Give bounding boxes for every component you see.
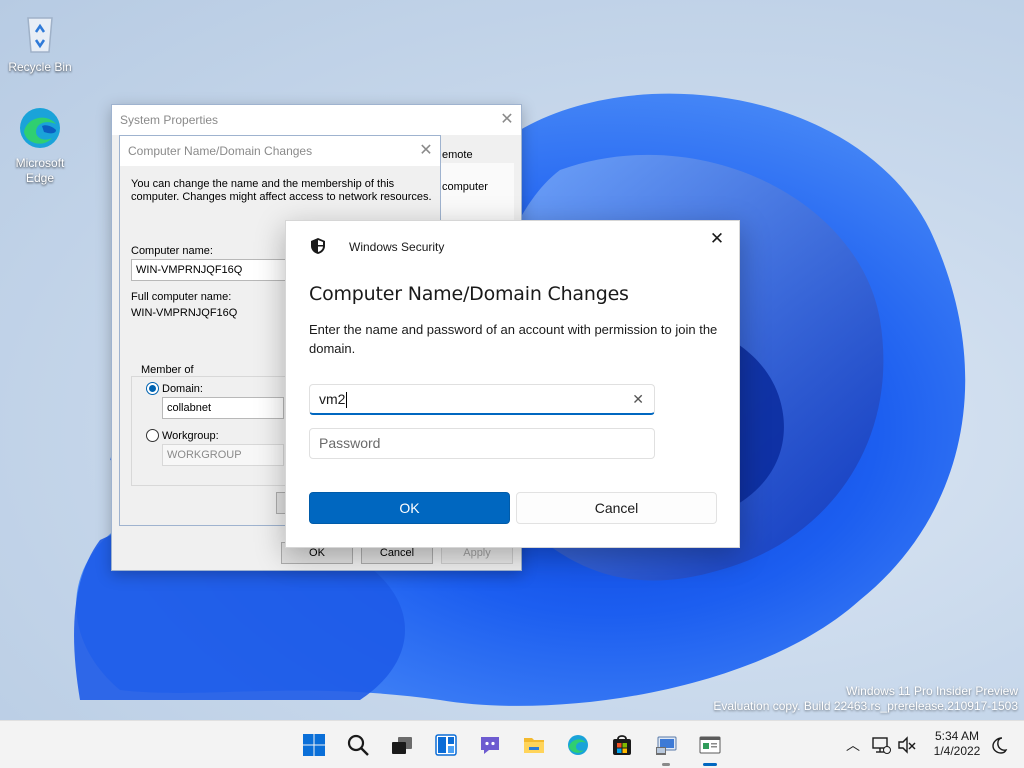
computer-name-dialog-titlebar[interactable]: Computer Name/Domain Changes <box>120 136 440 166</box>
taskbar: ︿ 5:34 AM 1/4/2022 <box>0 720 1024 768</box>
microsoft-edge-label: Microsoft Edge <box>15 156 65 185</box>
windows-security-body: Enter the name and password of an accoun… <box>309 322 718 356</box>
start-button[interactable] <box>300 731 328 759</box>
system-properties-taskbar-button[interactable] <box>652 731 680 766</box>
system-properties-title: System Properties <box>120 113 219 127</box>
cancel-button[interactable]: Cancel <box>516 492 717 524</box>
store-icon <box>613 735 631 755</box>
full-computer-name-label: Full computer name: <box>131 291 232 303</box>
store-button[interactable] <box>608 731 636 759</box>
tab-panel-edge <box>438 163 514 223</box>
clear-text-icon[interactable]: ✕ <box>632 385 644 414</box>
computer-name-dialog-close-icon[interactable]: ✕ <box>419 143 433 159</box>
chat-icon <box>481 737 499 754</box>
domain-input[interactable]: collabnet <box>162 397 284 419</box>
text-caret <box>346 392 348 409</box>
windows-security-taskbar-button[interactable] <box>696 731 724 766</box>
volume-tray-button[interactable] <box>896 731 918 759</box>
watermark-line-1: Windows 11 Pro Insider Preview <box>846 684 1018 698</box>
evaluation-watermark: Windows 11 Pro Insider Preview Evaluatio… <box>713 684 1018 714</box>
start-icon <box>303 734 325 756</box>
windows-security-app-title: Windows Security <box>349 240 445 254</box>
windows-security-icon <box>699 736 721 754</box>
widgets-button[interactable] <box>432 731 460 759</box>
system-properties-titlebar[interactable]: System Properties <box>112 105 521 135</box>
shield-icon <box>311 238 325 254</box>
computer-name-description: You can change the name and the membersh… <box>131 178 432 203</box>
microsoft-edge-shortcut[interactable]: Microsoft Edge <box>2 104 78 186</box>
tab-remote-partial[interactable]: emote <box>442 149 473 161</box>
domain-radio[interactable] <box>146 382 159 395</box>
workgroup-label: Workgroup: <box>162 430 219 442</box>
windows-security-dialog: Windows Security ✕ Computer Name/Domain … <box>285 220 740 548</box>
system-properties-close-icon[interactable]: ✕ <box>500 112 514 128</box>
network-tray-button[interactable] <box>870 731 892 759</box>
edge-icon <box>20 108 60 148</box>
volume-muted-icon <box>898 736 916 754</box>
windows-security-heading: Computer Name/Domain Changes <box>309 283 629 305</box>
file-explorer-button[interactable] <box>520 731 548 759</box>
clock-date: 1/4/2022 <box>933 744 981 758</box>
ok-button[interactable]: OK <box>309 492 510 524</box>
quiet-hours-button[interactable] <box>988 731 1010 759</box>
windows-security-close-icon[interactable]: ✕ <box>709 230 725 247</box>
full-computer-name-value: WIN-VMPRNJQF16Q <box>131 307 238 319</box>
password-placeholder: Password <box>319 435 381 451</box>
member-of-label: Member of <box>139 364 196 376</box>
clock[interactable]: 5:34 AM 1/4/2022 <box>926 729 988 759</box>
system-properties-icon <box>656 736 677 755</box>
password-input[interactable]: Password <box>309 428 655 459</box>
tab-computer-partial: computer <box>442 181 488 193</box>
clock-time: 5:34 AM <box>934 729 980 743</box>
username-input[interactable]: vm2 ✕ <box>309 384 655 415</box>
search-button[interactable] <box>344 731 372 759</box>
edge-icon <box>568 735 588 755</box>
workgroup-input[interactable]: WORKGROUP <box>162 444 284 466</box>
edge-taskbar-button[interactable] <box>564 731 592 759</box>
moon-icon <box>992 737 1008 754</box>
workgroup-radio[interactable] <box>146 429 159 442</box>
watermark-line-2: Evaluation copy. Build 22463.rs_prerelea… <box>713 699 1018 713</box>
file-explorer-icon <box>524 738 544 753</box>
widgets-icon <box>435 734 457 756</box>
computer-name-dialog-title: Computer Name/Domain Changes <box>128 144 313 158</box>
username-value: vm2 <box>319 391 346 407</box>
computer-name-label: Computer name: <box>131 245 213 257</box>
show-hidden-icons-chevron-icon[interactable]: ︿ <box>846 735 860 755</box>
domain-label: Domain: <box>162 383 203 395</box>
computer-name-input[interactable]: WIN-VMPRNJQF16Q <box>131 259 291 281</box>
network-icon <box>872 737 891 754</box>
recycle-bin-icon <box>27 17 53 53</box>
task-view-icon <box>392 737 412 754</box>
recycle-bin-label: Recycle Bin <box>8 60 72 74</box>
recycle-bin-shortcut[interactable]: Recycle Bin <box>2 8 78 75</box>
search-icon <box>347 734 369 756</box>
task-view-button[interactable] <box>388 731 416 759</box>
chat-button[interactable] <box>476 731 504 759</box>
